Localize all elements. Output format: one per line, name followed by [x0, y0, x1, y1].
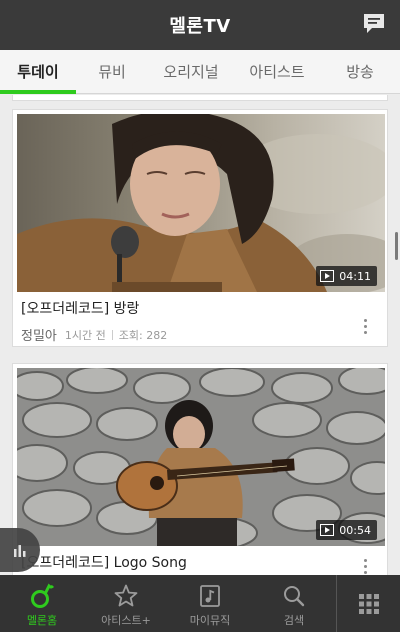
more-dot [363, 330, 367, 334]
nav-menu-grid[interactable] [336, 575, 400, 632]
meta-divider [111, 329, 113, 340]
video-feed[interactable]: 04:11 [오프더레코드] 방랑 정밀아 1시간 전 조회: 282 00:5… [0, 95, 400, 575]
previous-card-edge [12, 95, 388, 101]
play-icon [320, 270, 335, 282]
page-title: 멜론TV [169, 16, 231, 37]
tab-artist[interactable]: 아티스트 [234, 50, 320, 93]
artist-name[interactable]: 정밀아 [21, 325, 57, 344]
video-meta: 정밀아 1시간 전 조회: 282 [21, 325, 168, 345]
play-icon [320, 524, 335, 536]
tab-bar: 투데이 뮤비 오리지널 아티스트 방송 [0, 50, 400, 94]
nav-label: 마이뮤직 [189, 614, 231, 627]
more-dot [363, 324, 367, 328]
tab-broadcast[interactable]: 방송 [320, 50, 400, 93]
scrollbar-thumb[interactable] [395, 232, 398, 260]
nav-artist-plus[interactable]: 아티스트+ [84, 575, 168, 632]
nav-label: 아티스트+ [101, 614, 151, 627]
view-count: 조회: 282 [118, 328, 168, 342]
video-thumbnail[interactable]: 04:11 [17, 114, 385, 292]
bottom-navigation: 멜론홈 아티스트+ 마이뮤직 검색 [0, 575, 400, 632]
grid-menu-icon [358, 593, 379, 614]
time-ago: 1시간 전 [64, 328, 106, 342]
nav-search[interactable]: 검색 [252, 575, 336, 632]
duration-text: 04:11 [339, 269, 371, 283]
more-dot [363, 318, 367, 322]
more-dot [363, 558, 367, 562]
melon-tv-screen: 멜론TV 투데이 뮤비 오리지널 아티스트 방송 04:11 [오프더레코드] … [0, 0, 400, 632]
video-title[interactable]: [오프더레코드] 방랑 [21, 298, 139, 318]
more-options-button[interactable] [357, 316, 373, 336]
nav-label: 멜론홈 [26, 614, 58, 627]
duration-text: 00:54 [339, 523, 371, 537]
video-card[interactable]: 00:54 [오프더레코드] Logo Song [12, 363, 388, 575]
chat-bubble-icon [364, 14, 384, 33]
nav-melon-home[interactable]: 멜론홈 [0, 575, 84, 632]
more-dot [363, 564, 367, 568]
tab-original[interactable]: 오리지널 [148, 50, 234, 93]
chat-button[interactable] [360, 10, 388, 38]
tab-music-video[interactable]: 뮤비 [76, 50, 148, 93]
search-icon [284, 586, 305, 607]
duration-badge: 04:11 [316, 266, 377, 286]
melon-home-icon [31, 583, 55, 608]
my-music-icon [200, 585, 220, 607]
tab-today[interactable]: 투데이 [0, 50, 76, 94]
nav-label: 검색 [283, 614, 305, 627]
video-title[interactable]: [오프더레코드] Logo Song [21, 552, 187, 572]
star-icon [114, 584, 138, 607]
top-bar: 멜론TV [0, 0, 400, 50]
more-dot [363, 570, 367, 574]
equalizer-icon [14, 545, 26, 557]
duration-badge: 00:54 [316, 520, 377, 540]
nav-my-music[interactable]: 마이뮤직 [168, 575, 252, 632]
video-thumbnail[interactable]: 00:54 [17, 368, 385, 546]
video-card[interactable]: 04:11 [오프더레코드] 방랑 정밀아 1시간 전 조회: 282 [12, 109, 388, 347]
more-options-button[interactable] [357, 556, 373, 575]
